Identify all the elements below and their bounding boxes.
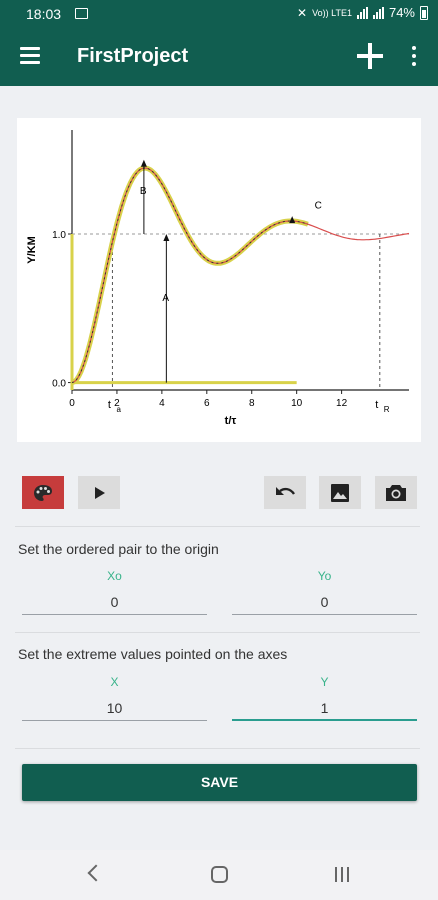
divider [15, 526, 420, 527]
gallery-notification-icon [75, 8, 88, 19]
mute-icon: ✕ [297, 5, 308, 20]
overflow-menu-icon[interactable] [408, 44, 420, 68]
y-label: Y [320, 675, 329, 689]
y-axis-label: Y/KM [26, 236, 38, 264]
palette-icon [34, 484, 52, 501]
x-tick-label: 10 [291, 398, 303, 409]
x-marker-sub: a [116, 405, 121, 414]
x-tick-label: 8 [249, 398, 255, 409]
battery-percent: 74% [388, 5, 415, 20]
y-tick-label: 1.0 [52, 230, 66, 241]
play-button[interactable] [78, 476, 120, 509]
x-input[interactable]: 10 [22, 697, 207, 721]
origin-section-title: Set the ordered pair to the origin [18, 541, 219, 557]
image-icon [331, 483, 349, 502]
x-marker-sub: R [384, 405, 390, 414]
status-time: 18:03 [26, 6, 62, 22]
arrow-b-head [140, 159, 147, 167]
annotation-label: C [315, 201, 322, 212]
annotation-label: A [162, 293, 169, 304]
chart-card[interactable]: 0 2 4 6 8 10 12 t a t R 0.0 1.0 t/τ Y/KM A B C [17, 118, 421, 442]
x-label: X [110, 675, 119, 689]
navigation-bar [0, 850, 438, 900]
annotation-label: B [140, 186, 147, 197]
chart: 0 2 4 6 8 10 12t a t R0.01.0t/τY/KMABC [26, 130, 410, 427]
yo-label: Yo [317, 569, 332, 583]
x-tick-label: 4 [159, 398, 165, 409]
xo-input[interactable]: 0 [22, 591, 207, 615]
y-input[interactable]: 1 [232, 697, 417, 721]
cell-signal-icon [372, 6, 384, 19]
back-icon[interactable] [87, 864, 105, 882]
x-tick-label: 0 [69, 398, 75, 409]
divider [15, 748, 420, 749]
divider [15, 632, 420, 633]
status-icons: ✕ Vo)) LTE1 74% [297, 5, 428, 20]
recent-apps-icon[interactable] [334, 867, 350, 883]
x-tick-label: 12 [336, 398, 348, 409]
menu-icon[interactable] [20, 46, 42, 64]
app-title: FirstProject [77, 45, 189, 67]
add-icon[interactable] [356, 42, 384, 70]
x-marker-label: t [375, 399, 378, 411]
undo-button[interactable] [264, 476, 306, 509]
wifi-signal-icon [356, 6, 368, 19]
undo-icon [276, 486, 295, 495]
app-bar: FirstProject [0, 28, 438, 86]
image-button[interactable] [319, 476, 361, 509]
x-marker-label: t [108, 399, 111, 411]
x-tick-label: 6 [204, 398, 210, 409]
camera-button[interactable] [375, 476, 417, 509]
camera-icon [386, 484, 406, 501]
save-button[interactable]: SAVE [22, 764, 417, 801]
play-icon [95, 486, 105, 499]
yo-input[interactable]: 0 [232, 591, 417, 615]
palette-button[interactable] [22, 476, 64, 509]
xo-label: Xo [107, 569, 122, 583]
status-bar: 18:03 ✕ Vo)) LTE1 74% [0, 0, 438, 28]
extreme-section-title: Set the extreme values pointed on the ax… [18, 646, 288, 662]
arrow-a-head [163, 234, 170, 241]
network-label: Vo)) LTE1 [312, 7, 352, 18]
curve-highlight [71, 165, 309, 385]
y-tick-label: 0.0 [52, 379, 66, 390]
home-icon[interactable] [211, 866, 228, 883]
x-axis-label: t/τ [225, 415, 237, 427]
battery-icon [420, 5, 428, 20]
